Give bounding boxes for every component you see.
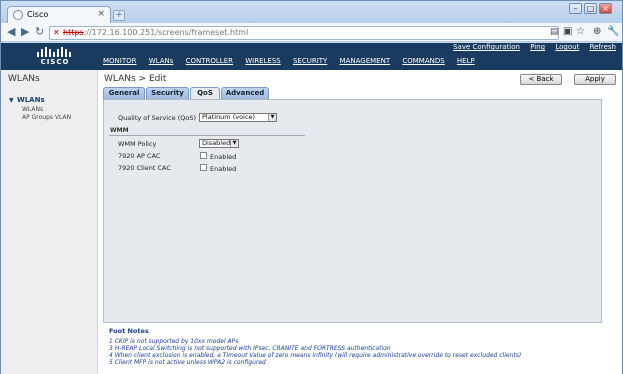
qos-label: Quality of Service (QoS) (118, 114, 197, 122)
tab-general[interactable]: General (103, 87, 145, 99)
ap-cac-checkbox[interactable] (200, 152, 207, 159)
client-cac-checkbox[interactable] (200, 164, 207, 171)
reload-icon[interactable]: ↻ (35, 26, 44, 37)
menu-wlans[interactable]: WLANs (149, 57, 174, 65)
wmm-section-title: WMM (110, 127, 129, 134)
minimize-button[interactable]: – (569, 3, 582, 14)
browser-tab-strip: Cisco × + – □ × (1, 1, 622, 23)
close-window-button[interactable]: × (599, 3, 612, 14)
cisco-bars-icon (37, 47, 71, 57)
page-menu-icon[interactable]: ⊕ (593, 26, 601, 37)
url-text: https://172.16.100.251/screens/frameset.… (63, 28, 249, 37)
tab-close-icon[interactable]: × (97, 9, 105, 19)
ap-cac-enabled-label: Enabled (210, 153, 237, 161)
expand-arrow-icon[interactable]: ▼ (9, 97, 14, 104)
wmm-policy-select[interactable]: Disabled ▼ (199, 139, 239, 148)
qos-select-value: Platinum (voice) (202, 113, 255, 121)
refresh-link[interactable]: Refresh (590, 43, 616, 51)
logo-text: CISCO (40, 58, 70, 66)
app-header: CISCO Save Configuration Ping Logout Ref… (1, 43, 622, 70)
top-links: Save Configuration Ping Logout Refresh (445, 43, 616, 51)
tab-qos[interactable]: QoS (190, 87, 220, 99)
menu-monitor[interactable]: MONITOR (103, 57, 137, 65)
ping-link[interactable]: Ping (530, 43, 545, 51)
favicon-icon (13, 10, 23, 20)
main-content: WLANs > Edit < Back Apply General Securi… (99, 70, 622, 374)
qos-panel: Quality of Service (QoS) Platinum (voice… (103, 99, 602, 323)
wmm-policy-value: Disabled (202, 139, 231, 147)
save-configuration-link[interactable]: Save Configuration (453, 43, 520, 51)
browser-toolbar: ◀ ▶ ↻ ✕ https://172.16.100.251/screens/f… (1, 23, 622, 42)
tab-advanced[interactable]: Advanced (221, 87, 269, 99)
footnote-line: 3 H-REAP Local Switching is not supporte… (109, 345, 391, 352)
qos-select[interactable]: Platinum (voice) ▼ (199, 113, 277, 122)
tools-icon[interactable]: 🔧 (607, 26, 619, 37)
chevron-down-icon: ▼ (268, 114, 276, 121)
page-icon[interactable]: ▣ (563, 26, 572, 37)
page-title: WLANs > Edit (104, 74, 167, 84)
wmm-policy-label: WMM Policy (118, 140, 157, 148)
forward-icon[interactable]: ▶ (21, 26, 29, 37)
section-divider (109, 135, 305, 136)
footnote-line: 1 CKIP is not supported by 10xx model AP… (109, 338, 239, 345)
browser-window: Cisco × + – □ × ◀ ▶ ↻ ✕ https://172.16.1… (0, 0, 623, 374)
footnotes: Foot Notes 1 CKIP is not supported by 10… (103, 325, 602, 374)
sidebar-item-wlans[interactable]: WLANs (22, 106, 43, 113)
page-action-icon[interactable]: ▤ (550, 27, 559, 37)
menu-commands[interactable]: COMMANDS (402, 57, 444, 65)
menu-management[interactable]: MANAGEMENT (340, 57, 391, 65)
sidebar-section-wlans[interactable]: WLANs (17, 96, 45, 104)
web-page: CISCO Save Configuration Ping Logout Ref… (1, 43, 622, 374)
address-bar[interactable]: ✕ https://172.16.100.251/screens/framese… (49, 26, 559, 40)
tab-title: Cisco (27, 10, 49, 19)
chevron-down-icon: ▼ (230, 140, 238, 147)
sidebar-title: WLANs (8, 74, 40, 84)
sidebar-item-ap-groups-vlan[interactable]: AP Groups VLAN (22, 114, 71, 121)
menu-wireless[interactable]: WIRELESS (245, 57, 280, 65)
menu-controller[interactable]: CONTROLLER (186, 57, 233, 65)
star-icon[interactable]: ☆ (576, 26, 585, 37)
menu-help[interactable]: HELP (457, 57, 475, 65)
main-menu: MONITOR WLANs CONTROLLER WIRELESS SECURI… (103, 57, 485, 65)
sidebar: WLANs ▼ WLANs WLANs AP Groups VLAN (1, 70, 98, 374)
footnotes-title: Foot Notes (109, 327, 149, 335)
apply-button[interactable]: Apply (574, 74, 616, 85)
client-cac-enabled-label: Enabled (210, 165, 237, 173)
insecure-lock-icon: ✕ (53, 28, 60, 37)
back-icon[interactable]: ◀ (7, 26, 15, 37)
back-button[interactable]: < Back (520, 74, 562, 85)
client-cac-label: 7920 Client CAC (118, 164, 171, 172)
footnote-line: 4 When client exclusion is enabled, a Ti… (109, 352, 522, 359)
ap-cac-label: 7920 AP CAC (118, 152, 161, 160)
maximize-button[interactable]: □ (584, 3, 597, 14)
tab-security[interactable]: Security (146, 87, 189, 99)
footnote-line: 5 Client MFP is not active unless WPA2 i… (109, 359, 266, 366)
new-tab-button[interactable]: + (113, 10, 125, 21)
menu-security[interactable]: SECURITY (293, 57, 327, 65)
logout-link[interactable]: Logout (555, 43, 579, 51)
browser-tab[interactable]: Cisco × (7, 6, 111, 23)
cisco-logo: CISCO (35, 47, 75, 66)
